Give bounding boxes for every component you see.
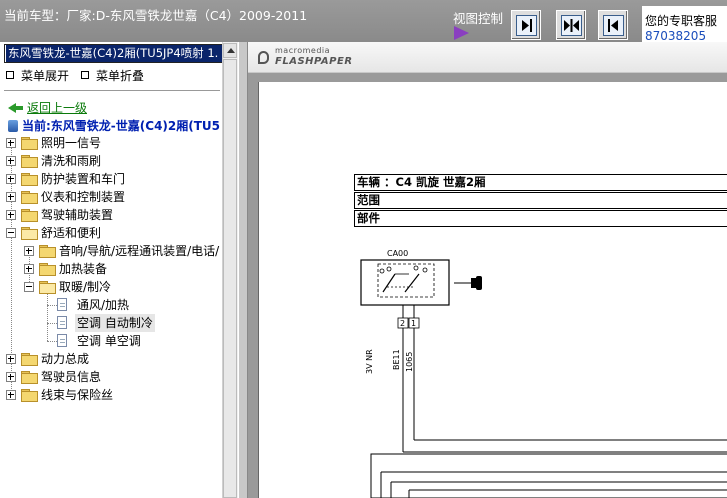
tree-item-label: 仪表和控制装置	[41, 190, 126, 204]
back-label: 返回上一级	[27, 101, 88, 115]
collapse-minus-icon	[24, 282, 34, 292]
document-icon	[57, 334, 67, 347]
expand-plus-icon	[6, 174, 16, 184]
folder-icon	[21, 155, 38, 168]
menu-expand-button[interactable]: 菜单展开	[6, 67, 69, 84]
panel-splitter[interactable]	[238, 42, 248, 498]
tree-connector	[47, 341, 57, 343]
arrow-right-bar-icon	[516, 15, 537, 36]
folder-icon	[21, 209, 38, 222]
menu-collapse-button[interactable]: 菜单折叠	[81, 67, 144, 84]
expand-plus-icon	[6, 372, 16, 382]
tree-item-label: 线束与保险丝	[41, 388, 114, 402]
tree-connector	[47, 323, 57, 325]
folder-icon	[21, 389, 38, 402]
open-folder-icon	[21, 227, 38, 240]
back-arrow-icon	[8, 103, 16, 113]
square-icon	[6, 71, 14, 79]
view-control-arrow-icon	[454, 26, 469, 40]
tree-item-label: 驾驶辅助装置	[41, 208, 114, 222]
square-icon	[81, 71, 89, 79]
tree-item-label: 清洗和雨刷	[41, 154, 102, 168]
tree-item-label: 空调 自动制冷	[75, 314, 155, 332]
expand-plus-icon	[24, 246, 34, 256]
logo-text-bottom: FLASHPAPER	[275, 56, 353, 67]
expand-plus-icon	[24, 264, 34, 274]
flashpaper-logo-icon	[258, 51, 269, 64]
tree-item-label: 防护装置和车门	[41, 172, 126, 186]
expand-plus-icon	[6, 192, 16, 202]
expand-plus-icon	[6, 210, 16, 220]
tree-item-label: 加热装备	[59, 262, 108, 276]
document-page[interactable]: 车辆 ：C4 凯旋 世嘉2厢 范围 部件 CA00 2 1 3V NR BE11…	[258, 82, 727, 498]
split-arrows-icon	[561, 15, 582, 36]
scroll-thumb[interactable]	[223, 59, 237, 498]
folder-icon	[21, 191, 38, 204]
tree-item-label: 动力总成	[41, 352, 90, 366]
document-icon	[57, 316, 67, 329]
tree-connector	[47, 286, 49, 341]
folder-icon	[21, 173, 38, 186]
pin-label-2: 2	[400, 319, 406, 328]
tree-title: 东风雪铁龙-世嘉(C4)2厢(TU5JP4喷射 1.	[6, 45, 224, 62]
document-icon	[57, 298, 67, 311]
wire-label-right: 1065	[405, 351, 414, 372]
menu-collapse-label: 菜单折叠	[96, 69, 145, 83]
expert-contact: 您的专职客服 87038205	[642, 6, 727, 42]
computer-icon	[8, 120, 18, 132]
expand-plus-icon	[6, 156, 16, 166]
logo-text-top: macromedia	[275, 46, 331, 55]
top-bar: 当前车型：厂家:D-东风雪铁龙世嘉（C4）2009-2011 视图控制 您的专职…	[0, 0, 727, 42]
tree-item-label: 照明一信号	[41, 136, 102, 150]
tree-item-label: 驾驶员信息	[41, 370, 102, 384]
tree-item-label: 音响/导航/远程通讯装置/电话/	[59, 244, 220, 258]
back-arrow-tail	[16, 106, 23, 110]
wiring-diagram	[360, 259, 727, 498]
arrow-left-bar-icon	[603, 15, 624, 36]
collapse-minus-icon	[6, 228, 16, 238]
tree-item-label: 舒适和便利	[41, 226, 102, 240]
expand-right-button[interactable]	[511, 10, 541, 40]
current-label: 当前:东风雪铁龙-世嘉(C4)2厢(TU5	[22, 119, 221, 133]
open-folder-icon	[39, 281, 56, 294]
expand-plus-icon	[6, 390, 16, 400]
expert-phone[interactable]: 87038205	[645, 29, 706, 42]
expand-plus-icon	[6, 354, 16, 364]
folder-icon	[39, 245, 56, 258]
folder-icon	[21, 353, 38, 366]
tree-item-label: 空调 单空调	[77, 334, 141, 348]
current-node: 当前:东风雪铁龙-世嘉(C4)2厢(TU5	[8, 117, 220, 134]
wire-label-left: 3V NR	[365, 349, 374, 374]
tree-connector	[47, 305, 57, 307]
wire-label-mid: BE11	[392, 349, 401, 370]
expand-plus-icon	[6, 138, 16, 148]
component-code: CA00	[387, 249, 409, 258]
split-view-button[interactable]	[556, 10, 586, 40]
folder-icon	[39, 263, 56, 276]
view-control-label: 视图控制	[453, 11, 504, 26]
document-viewer: macromedia FLASHPAPER 车辆 ：C4 凯旋 世嘉2厢 范围 …	[248, 42, 727, 498]
folder-icon	[21, 371, 38, 384]
current-car-title: 当前车型：厂家:D-东风雪铁龙世嘉（C4）2009-2011	[4, 8, 308, 23]
expand-left-button[interactable]	[598, 10, 628, 40]
pin-label-1: 1	[411, 319, 417, 328]
divider-line	[4, 90, 220, 91]
back-link[interactable]: 返回上一级	[8, 99, 87, 116]
expert-name: 您的专职客服	[645, 14, 718, 28]
menu-expand-label: 菜单展开	[21, 69, 70, 83]
tree-item-label: 取暖/制冷	[59, 280, 112, 294]
folder-icon	[21, 137, 38, 150]
flashpaper-toolbar: macromedia FLASHPAPER	[248, 42, 727, 73]
scroll-up-button[interactable]	[223, 43, 237, 58]
tree-panel: 东风雪铁龙-世嘉(C4)2厢(TU5JP4喷射 1. 菜单展开 菜单折叠 返回上…	[0, 42, 238, 498]
tree-item-label: 通风/加热	[77, 298, 130, 312]
